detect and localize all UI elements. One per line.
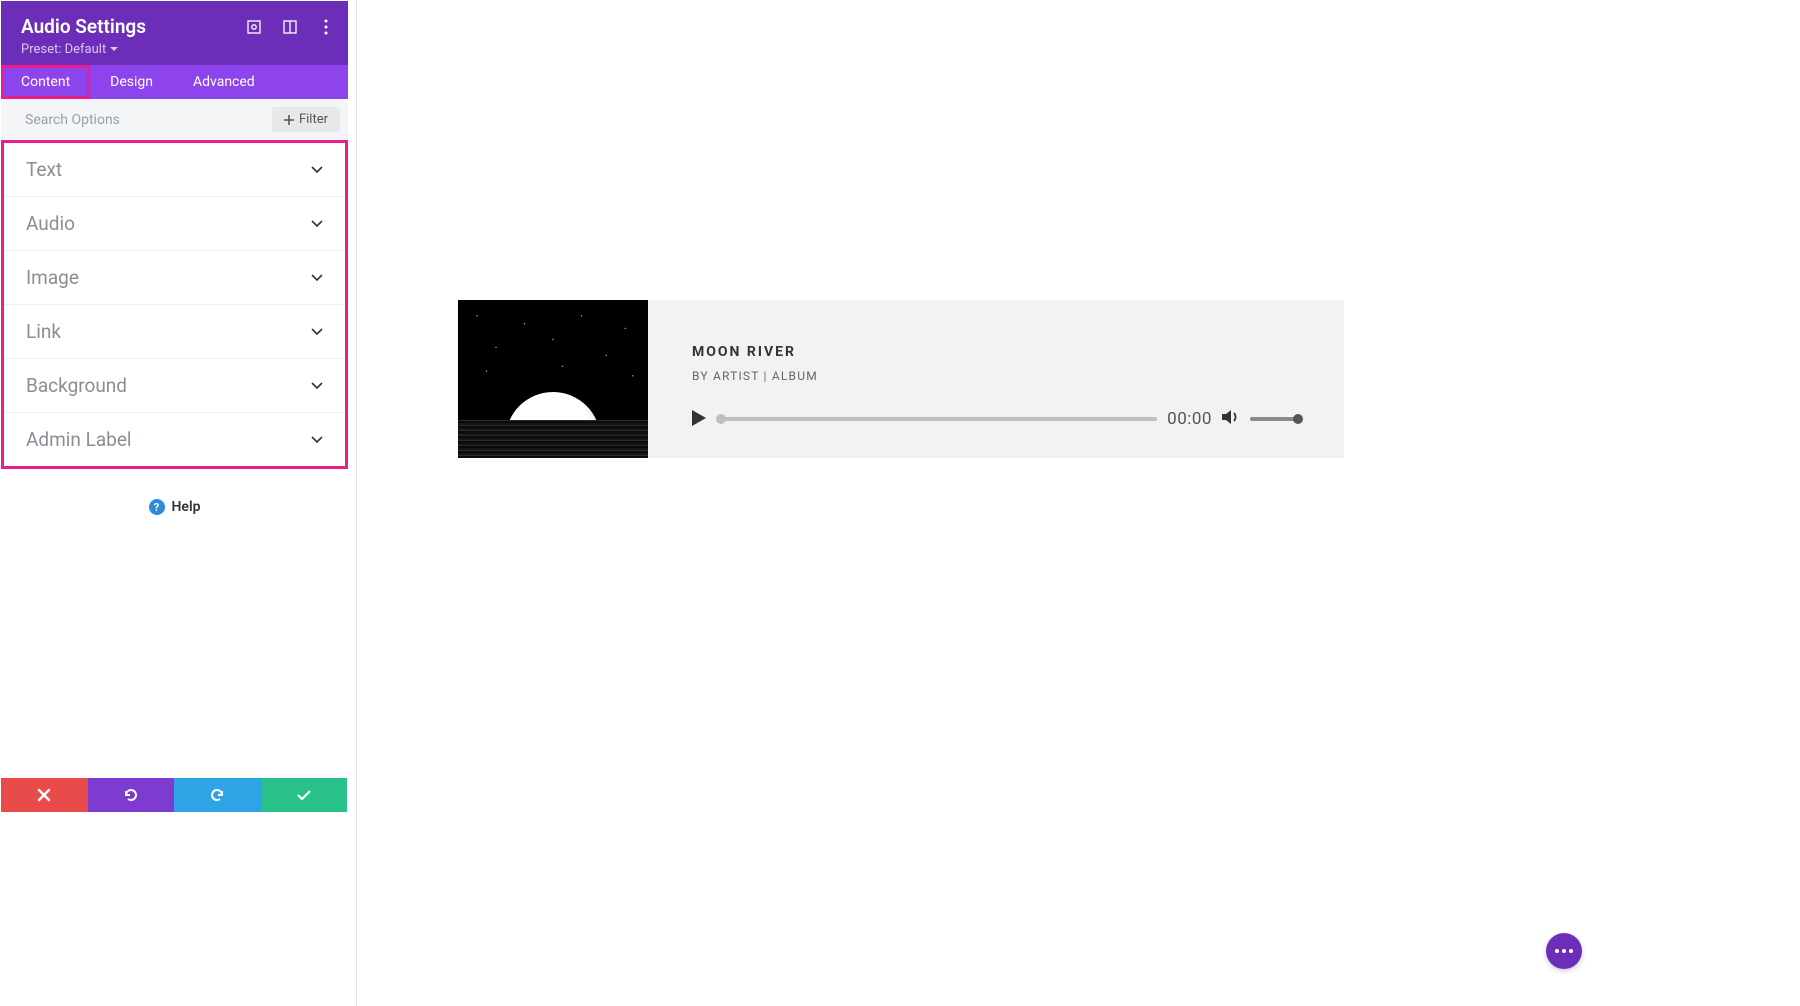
track-info: MOON RIVER BY ARTIST | ALBUM 00:00 [648, 300, 1344, 458]
redo-icon [209, 787, 225, 803]
accordion-label: Image [26, 266, 79, 289]
audio-module-preview: MOON RIVER BY ARTIST | ALBUM 00:00 [458, 300, 1344, 458]
responsive-icon[interactable] [246, 19, 262, 35]
chevron-down-icon [311, 382, 323, 390]
play-icon [692, 410, 706, 426]
filter-label: Filter [299, 112, 328, 127]
filter-button[interactable]: Filter [272, 107, 340, 132]
volume-slider[interactable] [1250, 417, 1300, 421]
seek-bar[interactable] [720, 417, 1157, 421]
layout-icon[interactable] [282, 19, 298, 35]
accordion-audio[interactable]: Audio [4, 197, 345, 251]
tab-content[interactable]: Content [1, 65, 90, 99]
accordion-image[interactable]: Image [4, 251, 345, 305]
cancel-button[interactable] [1, 778, 88, 812]
water-graphic [458, 420, 648, 458]
tab-advanced[interactable]: Advanced [173, 65, 275, 99]
undo-button[interactable] [88, 778, 175, 812]
accordion-group: Text Audio Image Link Background Admin L… [1, 140, 348, 469]
accordion-label: Audio [26, 212, 75, 235]
chevron-down-icon [311, 220, 323, 228]
mute-button[interactable] [1222, 409, 1240, 429]
help-icon: ? [149, 499, 165, 515]
seek-handle[interactable] [716, 414, 726, 424]
action-bar [1, 778, 347, 812]
undo-icon [123, 787, 139, 803]
settings-panel: Audio Settings Preset: Default Content D… [1, 1, 348, 813]
help-label: Help [172, 499, 201, 515]
accordion-label: Link [26, 320, 61, 343]
album-art [458, 300, 648, 458]
volume-handle[interactable] [1293, 414, 1303, 424]
close-icon [37, 788, 51, 802]
caret-down-icon [110, 47, 118, 52]
track-title: MOON RIVER [692, 344, 1300, 360]
accordion-text[interactable]: Text [4, 143, 345, 197]
chevron-down-icon [311, 328, 323, 336]
accordion-label: Text [26, 158, 62, 181]
accordion-label: Admin Label [26, 428, 132, 451]
help-link[interactable]: ? Help [1, 499, 348, 515]
search-input[interactable] [25, 112, 272, 128]
accordion-background[interactable]: Background [4, 359, 345, 413]
panel-divider [356, 0, 357, 1006]
more-icon[interactable] [318, 19, 334, 35]
panel-header: Audio Settings Preset: Default [1, 1, 348, 65]
time-display: 00:00 [1167, 409, 1212, 429]
dots-icon [1555, 949, 1573, 953]
chevron-down-icon [311, 274, 323, 282]
save-button[interactable] [261, 778, 348, 812]
tab-design[interactable]: Design [90, 65, 173, 99]
plus-icon [284, 115, 294, 125]
chevron-down-icon [311, 436, 323, 444]
accordion-admin-label[interactable]: Admin Label [4, 413, 345, 466]
play-button[interactable] [692, 410, 710, 428]
preset-label: Preset: Default [21, 42, 106, 57]
redo-button[interactable] [174, 778, 261, 812]
accordion-link[interactable]: Link [4, 305, 345, 359]
check-icon [296, 789, 312, 801]
track-meta: BY ARTIST | ALBUM [692, 369, 1300, 383]
preset-selector[interactable]: Preset: Default [21, 42, 328, 57]
chevron-down-icon [311, 166, 323, 174]
tabs: Content Design Advanced [1, 65, 348, 99]
volume-icon [1222, 409, 1240, 425]
accordion-label: Background [26, 374, 127, 397]
player-controls: 00:00 [692, 409, 1300, 429]
floating-menu-button[interactable] [1546, 933, 1582, 969]
search-row: Filter [1, 99, 348, 141]
